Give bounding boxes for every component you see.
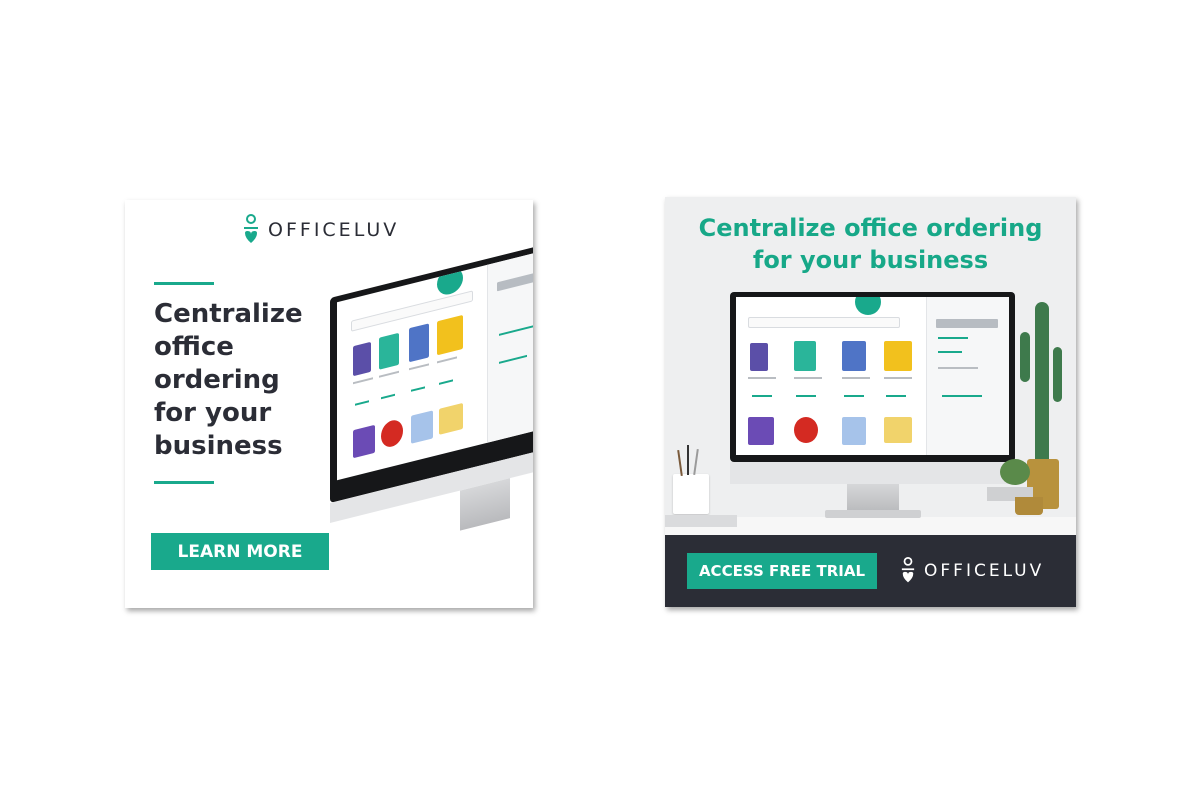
officeluv-logo-icon — [244, 214, 258, 243]
book — [665, 515, 737, 527]
officeluv-logo-icon — [901, 557, 915, 583]
pencil-cup — [673, 474, 709, 514]
headline: Centralize office ordering for your busi… — [698, 214, 1043, 274]
succulent — [1000, 459, 1030, 485]
divider-bottom — [154, 481, 214, 484]
brand-logo: OFFICELUV — [901, 556, 1044, 586]
headline: Centralize office ordering for your busi… — [154, 299, 303, 461]
search-bar — [748, 317, 900, 328]
cactus-plant — [1035, 302, 1049, 472]
access-free-trial-button[interactable]: ACCESS FREE TRIAL — [687, 553, 877, 589]
banner-ad-learn-more[interactable]: OFFICELUV Centralize office ordering for… — [125, 200, 533, 608]
monitor-illustration — [330, 200, 533, 570]
banner-ad-free-trial[interactable]: Centralize office ordering for your busi… — [665, 197, 1076, 607]
learn-more-button[interactable]: LEARN MORE — [151, 533, 329, 570]
screen — [736, 297, 1009, 455]
divider-top — [154, 282, 214, 285]
brand-name: OFFICELUV — [924, 561, 1045, 581]
logo-badge — [855, 297, 881, 315]
